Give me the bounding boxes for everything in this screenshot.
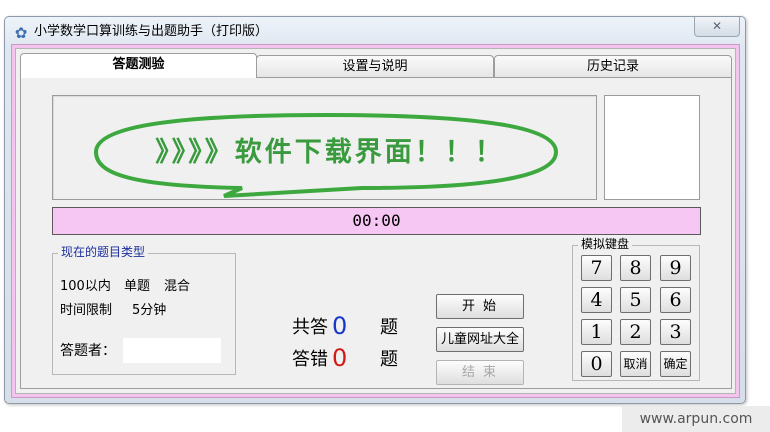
virtual-keyboard-title: 模拟键盘 [578,237,633,252]
question-mode: 单题 [124,279,151,294]
answerer-label: 答题者： [60,343,116,359]
total-answered-count: 0 [332,312,348,340]
banner-text: 》》》》软件下载界面！！！ [155,137,505,168]
key-0[interactable]: 0 [581,351,612,377]
key-3[interactable]: 3 [660,319,691,345]
key-6[interactable]: 6 [660,287,691,313]
key-8[interactable]: 8 [620,255,651,281]
end-button[interactable]: 结束 [436,360,524,385]
question-range: 100以内 [60,279,111,294]
image-box [604,95,700,200]
watermark: www.arpun.com [622,406,770,432]
kids-links-button[interactable]: 儿童网址大全 [436,327,524,352]
key-7[interactable]: 7 [581,255,612,281]
start-button[interactable]: 开始 [436,294,524,319]
time-limit-label: 时间限制 [60,303,113,318]
answerer-input[interactable] [123,338,221,363]
tab-history[interactable]: 历史记录 [494,55,732,77]
key-4[interactable]: 4 [581,287,612,313]
key-cancel[interactable]: 取消 [620,351,651,377]
timer-display: 00:00 [52,207,701,235]
key-1[interactable]: 1 [581,319,612,345]
wrong-answered-label: 答错 [292,349,328,370]
time-limit-value: 5分钟 [132,303,167,318]
tab-settings[interactable]: 设置与说明 [256,55,494,77]
question-type-group-title: 现在的题目类型 [58,245,149,260]
key-confirm[interactable]: 确定 [660,351,691,377]
question-operation: 混合 [164,279,191,294]
tab-quiz[interactable]: 答题测验 [20,53,257,78]
window-title: 小学数学口算训练与出题助手（打印版） [34,24,269,39]
wrong-answered-count: 0 [332,344,348,372]
app-flower-icon: ✿ [14,24,28,42]
total-answered-label: 共答 [292,317,328,338]
total-answered-unit: 题 [380,317,398,338]
key-2[interactable]: 2 [620,319,651,345]
key-5[interactable]: 5 [620,287,651,313]
close-button[interactable]: ✕ [694,17,740,37]
wrong-answered-unit: 题 [380,349,398,370]
key-9[interactable]: 9 [660,255,691,281]
